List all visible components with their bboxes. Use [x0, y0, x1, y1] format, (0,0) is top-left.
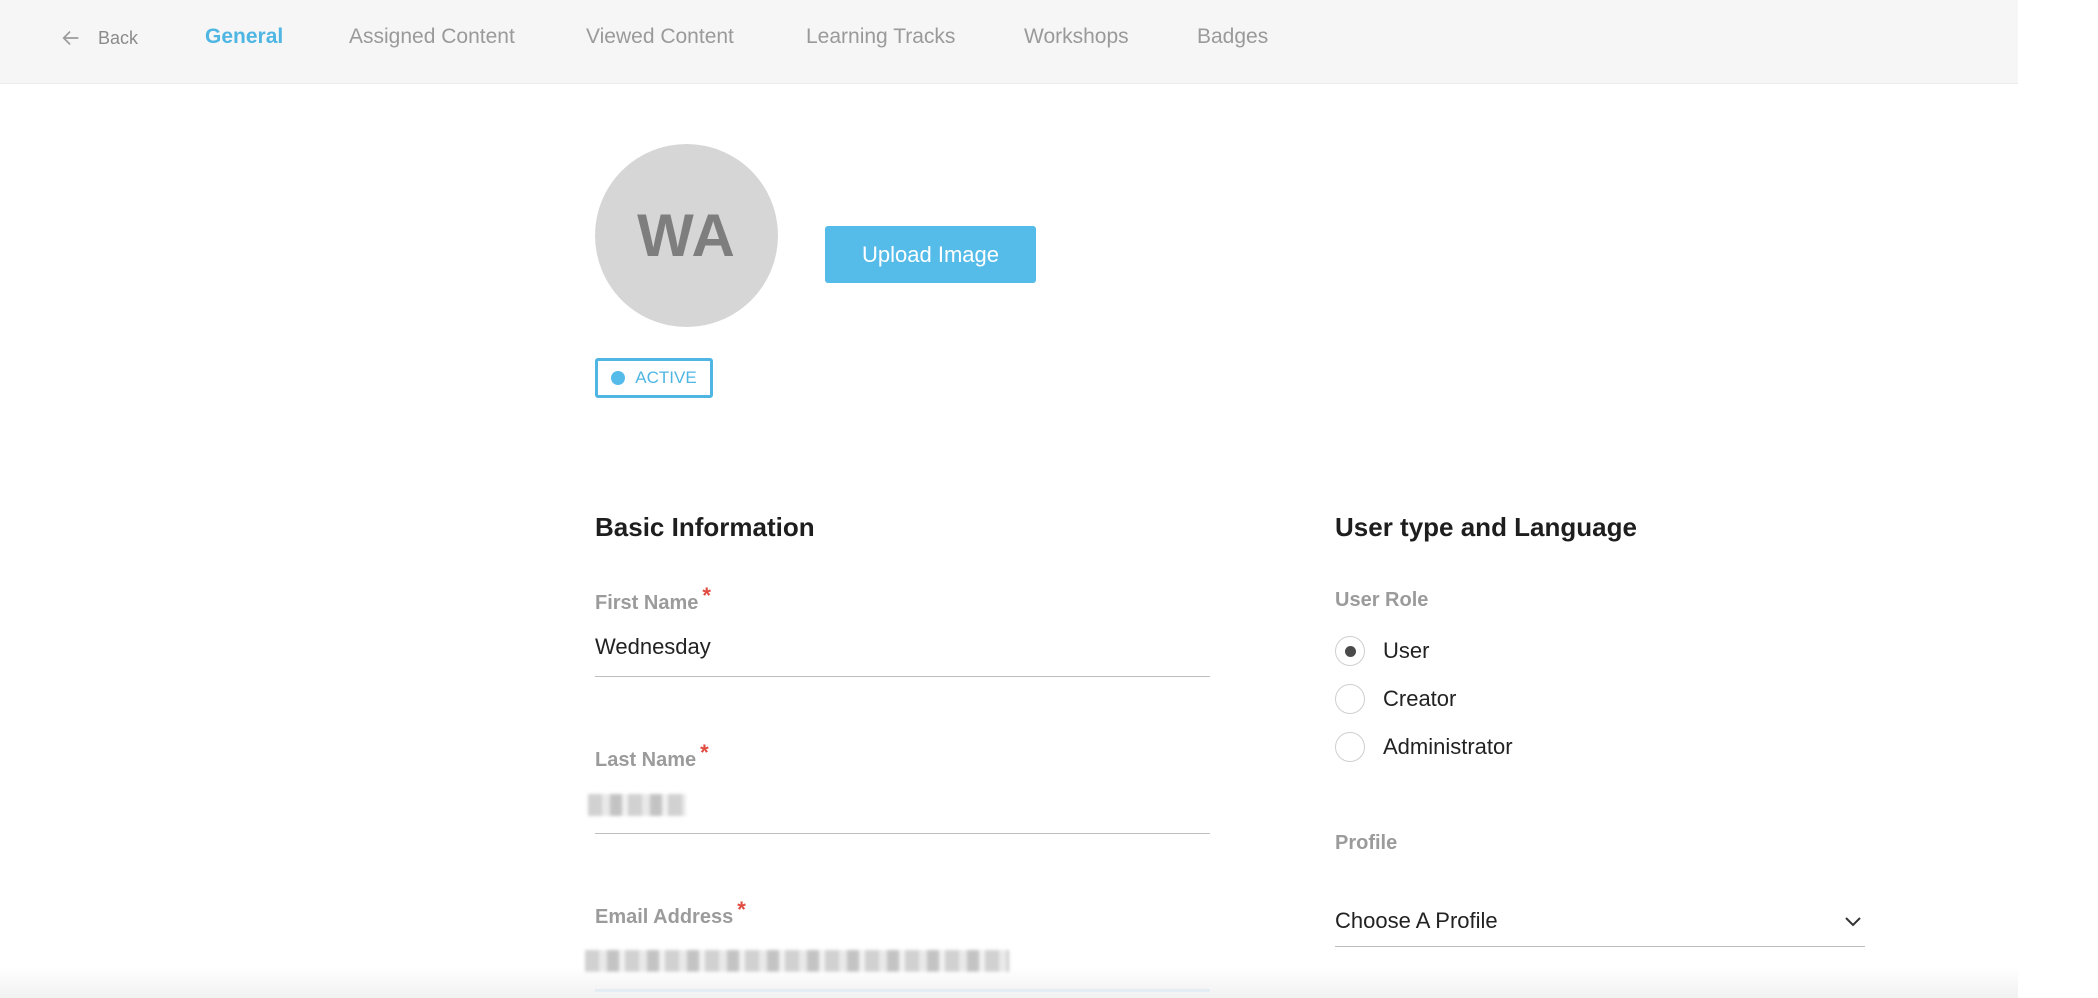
radio-user[interactable]: User — [1335, 636, 1429, 666]
radio-label-user: User — [1383, 638, 1430, 663]
email-address-label: Email Address * — [595, 897, 746, 929]
first-name-label: First Name * — [595, 583, 711, 615]
last-name-label: Last Name * — [595, 740, 709, 772]
required-asterisk: * — [702, 583, 711, 608]
tab-assigned-content[interactable]: Assigned Content — [349, 24, 515, 50]
required-asterisk: * — [737, 897, 746, 922]
radio-button[interactable] — [1335, 732, 1365, 762]
status-label: ACTIVE — [635, 368, 697, 387]
basic-information-title: Basic Information — [595, 512, 815, 542]
back-label: Back — [98, 27, 139, 48]
radio-label-creator: Creator — [1383, 686, 1457, 711]
profile-dropdown[interactable]: Choose A Profile — [1335, 896, 1865, 946]
back-button[interactable]: Back — [60, 24, 138, 52]
first-name-underline — [595, 676, 1210, 677]
status-dot-icon — [611, 371, 626, 385]
profile-underline — [1335, 946, 1865, 947]
tab-workshops[interactable]: Workshops — [1024, 24, 1129, 50]
radio-label-administrator: Administrator — [1383, 734, 1513, 759]
email-label-text: Email Address — [595, 906, 734, 928]
first-name-field[interactable]: Wednesday — [595, 634, 711, 660]
avatar: WA — [595, 144, 778, 327]
top-navigation: Back General Assigned Content Viewed Con… — [0, 0, 2018, 84]
radio-button-selected[interactable] — [1335, 636, 1365, 666]
radio-button[interactable] — [1335, 684, 1365, 714]
last-name-label-text: Last Name — [595, 749, 697, 771]
arrow-left-icon — [62, 30, 79, 46]
first-name-label-text: First Name — [595, 592, 699, 614]
tab-badges[interactable]: Badges — [1197, 24, 1268, 50]
bottom-fade — [0, 968, 2018, 998]
page-edge — [2018, 0, 2098, 998]
last-name-underline — [595, 833, 1210, 834]
user-type-title: User type and Language — [1335, 512, 1637, 542]
last-name-field-redacted[interactable] — [588, 794, 686, 816]
required-asterisk: * — [700, 740, 709, 765]
user-role-label: User Role — [1335, 589, 1429, 611]
tab-viewed-content[interactable]: Viewed Content — [586, 24, 734, 50]
chevron-down-icon — [1845, 917, 1861, 927]
radio-dot-icon — [1344, 645, 1356, 657]
tab-learning-tracks[interactable]: Learning Tracks — [806, 24, 955, 50]
radio-administrator[interactable]: Administrator — [1335, 732, 1513, 762]
upload-image-button[interactable]: Upload Image — [825, 226, 1036, 283]
profile-label: Profile — [1335, 832, 1398, 854]
avatar-initials: WA — [637, 202, 736, 269]
status-badge: ACTIVE — [595, 358, 713, 398]
tab-general[interactable]: General — [205, 24, 283, 50]
profile-dropdown-value: Choose A Profile — [1335, 908, 1498, 933]
radio-creator[interactable]: Creator — [1335, 684, 1456, 714]
